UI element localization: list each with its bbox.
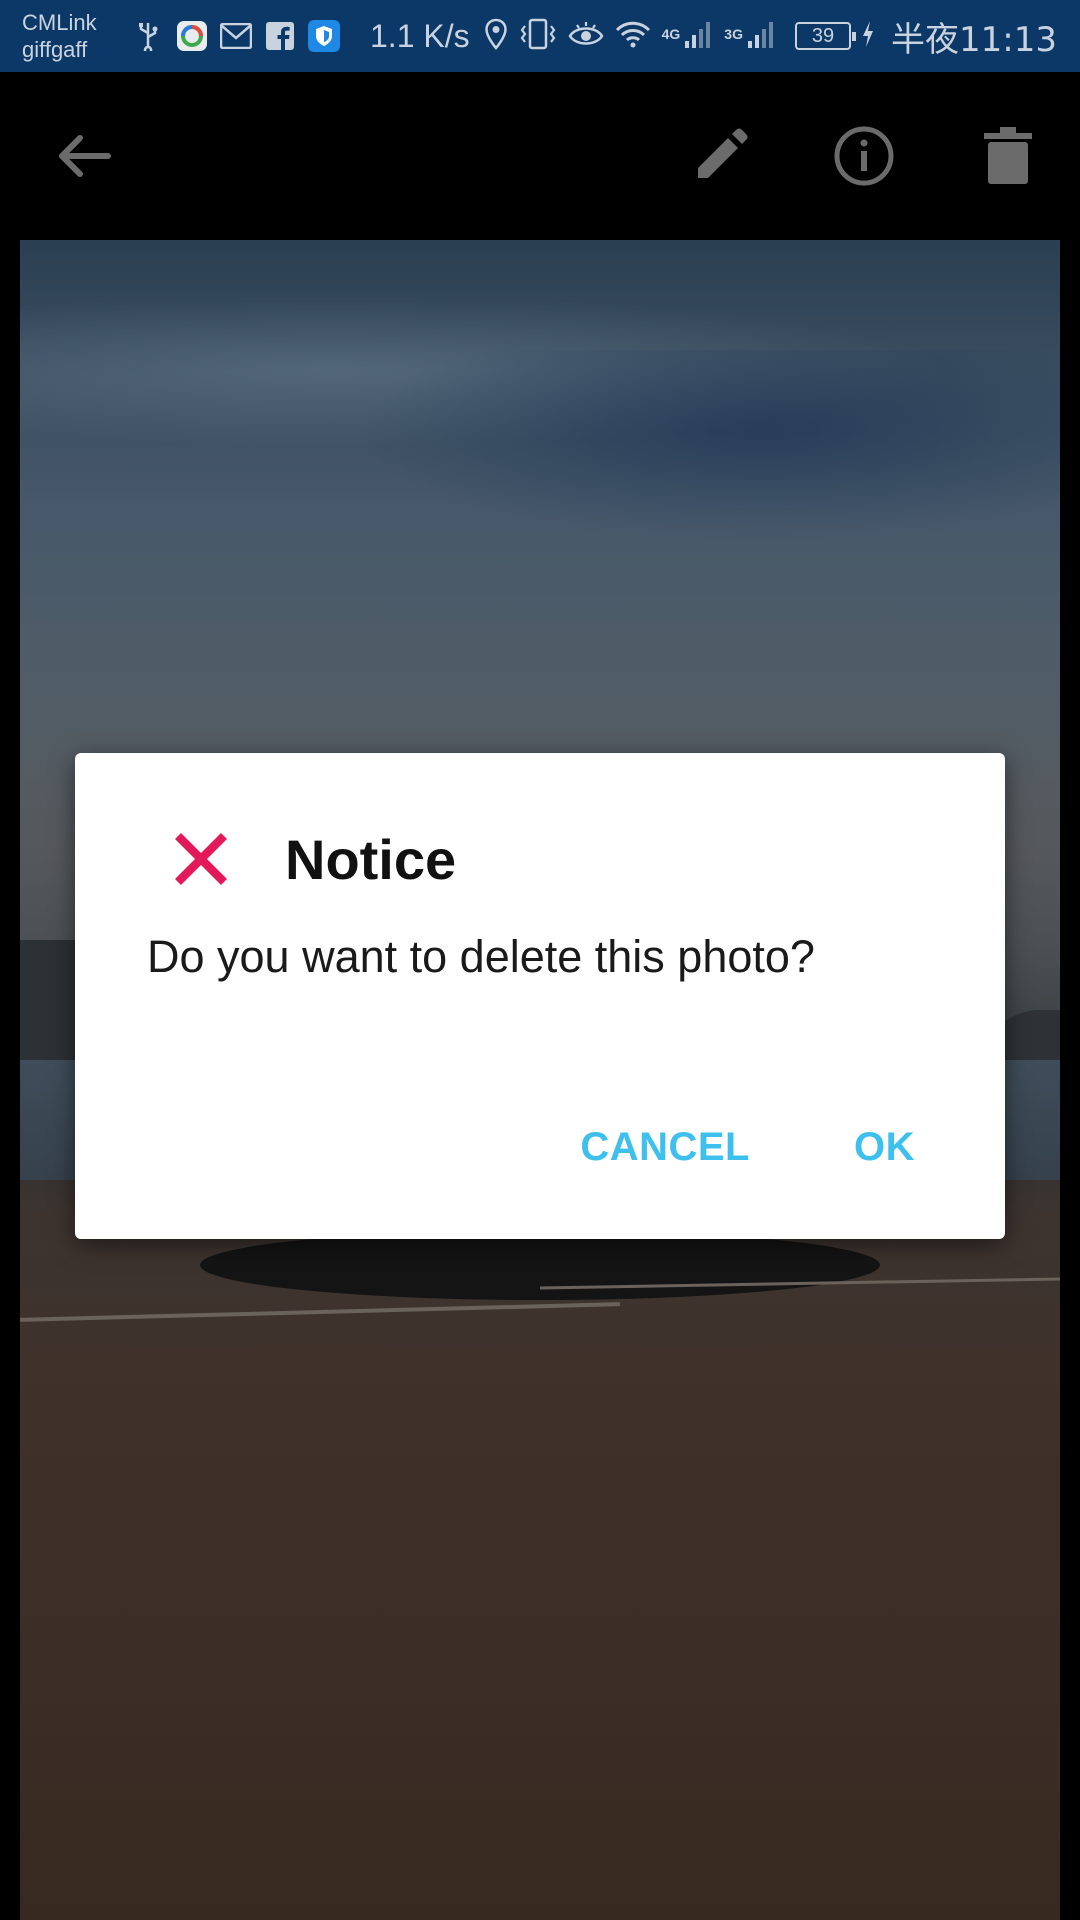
edit-button[interactable] bbox=[682, 118, 758, 194]
trash-icon bbox=[984, 127, 1032, 184]
facebook-icon bbox=[264, 20, 296, 52]
wifi-icon bbox=[614, 19, 652, 54]
info-icon bbox=[834, 126, 894, 186]
signal-4g-icon bbox=[684, 19, 714, 54]
battery-indicator: 39 bbox=[794, 22, 856, 50]
charging-icon bbox=[861, 20, 875, 53]
shield-icon bbox=[308, 20, 340, 52]
signal-3g-icon bbox=[747, 19, 777, 54]
status-clock: 半夜11:13 bbox=[890, 19, 1057, 60]
photo-clouds-dark bbox=[320, 350, 1060, 550]
dialog-actions: CANCEL OK bbox=[580, 1125, 915, 1170]
ok-button[interactable]: OK bbox=[854, 1125, 915, 1170]
network-4g-label: 4G bbox=[661, 25, 681, 42]
camera-app-icon bbox=[176, 20, 208, 52]
usb-icon bbox=[132, 20, 164, 52]
status-bar: CMLink giffgaff 1.1 K/s 4G 3G 39 半夜11:13 bbox=[0, 0, 1080, 72]
photo-toolbar bbox=[0, 72, 1080, 240]
delete-confirmation-dialog: Notice Do you want to delete this photo?… bbox=[75, 753, 1005, 1239]
delete-button[interactable] bbox=[970, 118, 1046, 194]
carrier-name-secondary: giffgaff bbox=[22, 37, 88, 62]
dialog-title: Notice bbox=[285, 827, 457, 891]
eye-comfort-icon bbox=[568, 19, 604, 54]
location-icon bbox=[484, 18, 508, 55]
arrow-back-icon bbox=[59, 135, 111, 177]
dialog-header: Notice bbox=[165, 823, 456, 895]
info-button[interactable] bbox=[826, 118, 902, 194]
notification-icons bbox=[132, 20, 340, 52]
mail-icon bbox=[220, 20, 252, 52]
photo-road-line bbox=[20, 1302, 620, 1322]
system-icons: 4G 3G 39 半夜11:13 bbox=[484, 12, 1057, 61]
vibrate-icon bbox=[518, 18, 558, 55]
red-x-icon bbox=[175, 833, 227, 885]
network-3g-label: 3G bbox=[724, 25, 743, 42]
cancel-button[interactable]: CANCEL bbox=[580, 1125, 750, 1170]
network-speed: 1.1 K/s bbox=[370, 17, 470, 54]
dialog-message: Do you want to delete this photo? bbox=[147, 931, 815, 982]
carrier-info: CMLink giffgaff bbox=[22, 9, 122, 63]
pencil-icon bbox=[698, 128, 748, 178]
carrier-name-primary: CMLink bbox=[22, 10, 97, 35]
photo-viewer-screen: CMLink giffgaff 1.1 K/s 4G 3G 39 半夜11:13… bbox=[0, 0, 1080, 1920]
back-button[interactable] bbox=[46, 118, 122, 194]
